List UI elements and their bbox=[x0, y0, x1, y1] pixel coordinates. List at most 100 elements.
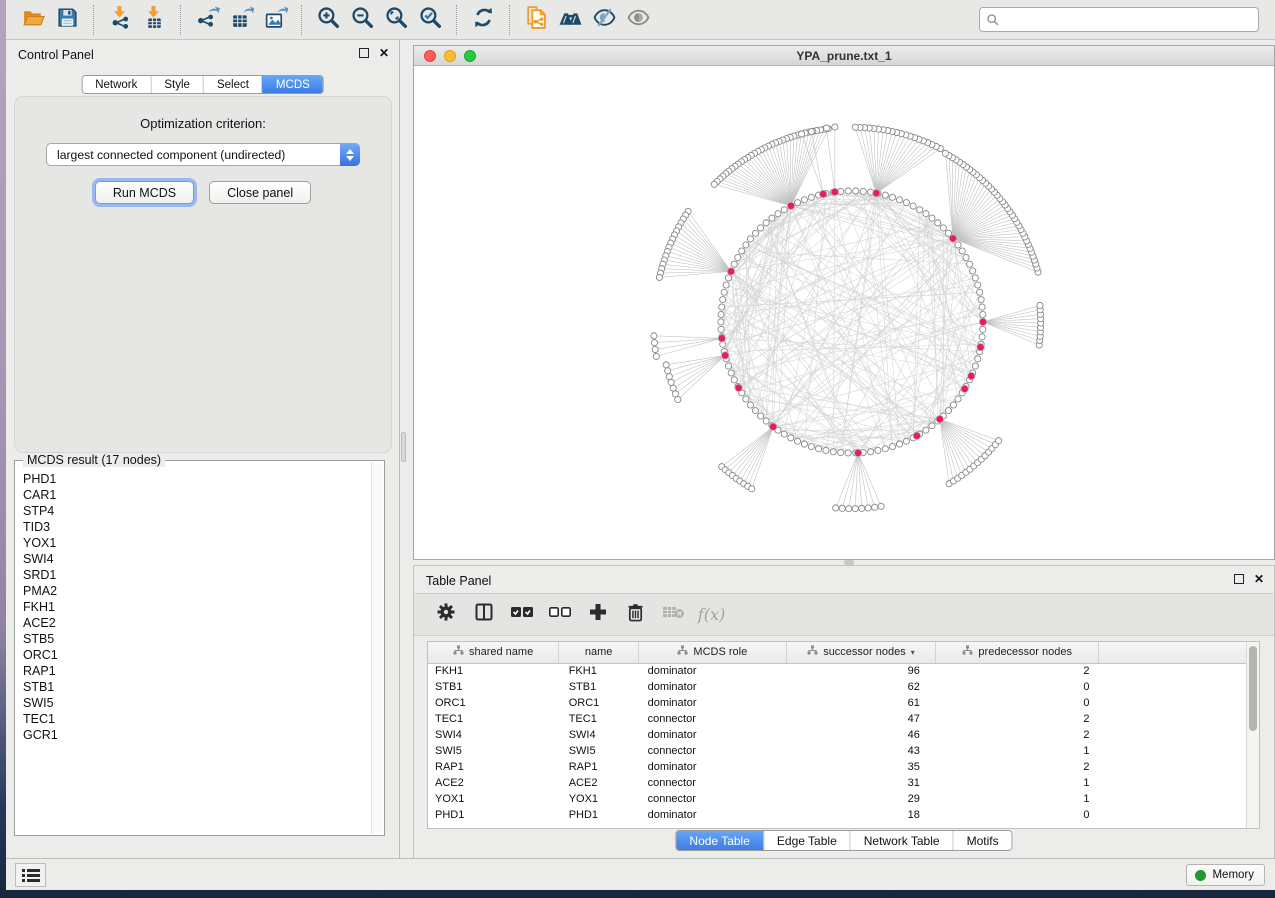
column-header-predecessor-nodes[interactable]: predecessor nodes bbox=[936, 642, 1099, 663]
table-row[interactable]: FKH1FKH1dominator962 bbox=[428, 663, 1259, 679]
close-panel-button[interactable]: Close panel bbox=[209, 181, 311, 204]
import-table-button[interactable] bbox=[137, 4, 171, 36]
zoom-out-button[interactable] bbox=[345, 4, 379, 36]
memory-button[interactable]: Memory bbox=[1186, 864, 1265, 886]
mcds-result-item[interactable]: TID3 bbox=[23, 519, 370, 535]
cell-name[interactable]: ORC1 bbox=[559, 695, 639, 711]
toggle-graphics-details-button[interactable] bbox=[587, 4, 621, 36]
tab-network[interactable]: Network bbox=[82, 76, 150, 93]
column-header-MCDS-role[interactable]: MCDS role bbox=[639, 642, 786, 663]
cell-successor-nodes[interactable]: 61 bbox=[786, 695, 936, 711]
cell-shared-name[interactable]: PHD1 bbox=[428, 807, 559, 823]
mcds-result-item[interactable]: SWI4 bbox=[23, 551, 370, 567]
network-canvas[interactable] bbox=[414, 66, 1274, 559]
table-row[interactable]: TEC1TEC1connector472 bbox=[428, 711, 1259, 727]
cell-shared-name[interactable]: SWI5 bbox=[428, 743, 559, 759]
column-header-successor-nodes[interactable]: successor nodes▾ bbox=[786, 642, 936, 663]
cell-shared-name[interactable]: RAP1 bbox=[428, 759, 559, 775]
cell-name[interactable]: SWI5 bbox=[559, 743, 639, 759]
tab-select[interactable]: Select bbox=[203, 76, 262, 93]
table-row[interactable]: STB1STB1dominator620 bbox=[428, 679, 1259, 695]
function-builder-button[interactable]: f(x) bbox=[697, 600, 726, 630]
cell-mcds-role[interactable]: dominator bbox=[639, 663, 786, 679]
zoom-selected-button[interactable] bbox=[413, 4, 447, 36]
cell-shared-name[interactable]: YOX1 bbox=[428, 791, 559, 807]
cell-shared-name[interactable]: FKH1 bbox=[428, 663, 559, 679]
mcds-result-item[interactable]: RAP1 bbox=[23, 663, 370, 679]
mcds-result-item[interactable]: PHD1 bbox=[23, 471, 370, 487]
tab-mcds[interactable]: MCDS bbox=[262, 76, 323, 93]
mcds-result-item[interactable]: FKH1 bbox=[23, 599, 370, 615]
network-from-selection-button[interactable] bbox=[519, 4, 553, 36]
table-row[interactable]: ORC1ORC1dominator610 bbox=[428, 695, 1259, 711]
close-window-icon[interactable] bbox=[424, 50, 436, 62]
cell-mcds-role[interactable]: dominator bbox=[639, 727, 786, 743]
tab-motifs[interactable]: Motifs bbox=[953, 831, 1012, 850]
cell-predecessor-nodes[interactable]: 1 bbox=[936, 775, 1099, 791]
float-panel-icon[interactable] bbox=[359, 48, 369, 58]
column-header-shared-name[interactable]: shared name bbox=[428, 642, 559, 663]
mcds-result-item[interactable]: GCR1 bbox=[23, 727, 370, 743]
criterion-dropdown[interactable]: largest connected component (undirected) bbox=[46, 143, 360, 166]
tab-style[interactable]: Style bbox=[150, 76, 203, 93]
cell-successor-nodes[interactable]: 31 bbox=[786, 775, 936, 791]
table-row[interactable]: YOX1YOX1connector291 bbox=[428, 791, 1259, 807]
import-network-button[interactable] bbox=[103, 4, 137, 36]
mcds-result-item[interactable]: STB1 bbox=[23, 679, 370, 695]
cell-shared-name[interactable]: SWI4 bbox=[428, 727, 559, 743]
maximize-window-icon[interactable] bbox=[464, 50, 476, 62]
close-panel-icon[interactable]: ✕ bbox=[1254, 574, 1264, 584]
float-panel-icon[interactable] bbox=[1234, 574, 1244, 584]
run-mcds-button[interactable]: Run MCDS bbox=[95, 181, 194, 204]
table-row[interactable]: ACE2ACE2connector311 bbox=[428, 775, 1259, 791]
table-row[interactable]: PHD1PHD1dominator180 bbox=[428, 807, 1259, 823]
cell-successor-nodes[interactable]: 43 bbox=[786, 743, 936, 759]
mcds-result-item[interactable]: PMA2 bbox=[23, 583, 370, 599]
cell-shared-name[interactable]: STB1 bbox=[428, 679, 559, 695]
cell-name[interactable]: YOX1 bbox=[559, 791, 639, 807]
cell-predecessor-nodes[interactable]: 0 bbox=[936, 679, 1099, 695]
cell-name[interactable]: FKH1 bbox=[559, 663, 639, 679]
delete-column-button[interactable] bbox=[621, 600, 650, 630]
birds-eye-view-button[interactable] bbox=[621, 4, 655, 36]
mcds-result-item[interactable]: SRD1 bbox=[23, 567, 370, 583]
table-row[interactable]: SWI5SWI5connector431 bbox=[428, 743, 1259, 759]
mcds-result-item[interactable]: YOX1 bbox=[23, 535, 370, 551]
cell-successor-nodes[interactable]: 96 bbox=[786, 663, 936, 679]
mcds-result-item[interactable]: ACE2 bbox=[23, 615, 370, 631]
table-row[interactable]: SWI4SWI4dominator462 bbox=[428, 727, 1259, 743]
export-table-button[interactable] bbox=[224, 4, 258, 36]
cell-successor-nodes[interactable]: 62 bbox=[786, 679, 936, 695]
cell-successor-nodes[interactable]: 29 bbox=[786, 791, 936, 807]
cell-successor-nodes[interactable]: 35 bbox=[786, 759, 936, 775]
task-history-button[interactable] bbox=[15, 863, 46, 887]
cell-mcds-role[interactable]: connector bbox=[639, 791, 786, 807]
table-options-button[interactable] bbox=[431, 600, 460, 630]
cell-predecessor-nodes[interactable]: 0 bbox=[936, 807, 1099, 823]
cell-name[interactable]: RAP1 bbox=[559, 759, 639, 775]
mcds-result-item[interactable]: STP4 bbox=[23, 503, 370, 519]
cell-predecessor-nodes[interactable]: 2 bbox=[936, 663, 1099, 679]
tab-node-table[interactable]: Node Table bbox=[676, 831, 763, 850]
cell-predecessor-nodes[interactable]: 2 bbox=[936, 711, 1099, 727]
mcds-result-item[interactable]: SWI5 bbox=[23, 695, 370, 711]
tab-network-table[interactable]: Network Table bbox=[850, 831, 953, 850]
table-scrollbar-thumb[interactable] bbox=[1249, 646, 1257, 731]
cell-predecessor-nodes[interactable]: 1 bbox=[936, 791, 1099, 807]
zoom-in-button[interactable] bbox=[311, 4, 345, 36]
select-all-button[interactable] bbox=[507, 600, 536, 630]
tab-edge-table[interactable]: Edge Table bbox=[763, 831, 850, 850]
cell-predecessor-nodes[interactable]: 1 bbox=[936, 743, 1099, 759]
cell-successor-nodes[interactable]: 47 bbox=[786, 711, 936, 727]
export-network-button[interactable] bbox=[190, 4, 224, 36]
table-row[interactable]: RAP1RAP1dominator352 bbox=[428, 759, 1259, 775]
cell-mcds-role[interactable]: connector bbox=[639, 743, 786, 759]
minimize-window-icon[interactable] bbox=[444, 50, 456, 62]
network-window-titlebar[interactable]: YPA_prune.txt_1 bbox=[414, 46, 1274, 66]
cell-name[interactable]: PHD1 bbox=[559, 807, 639, 823]
find-button[interactable] bbox=[553, 4, 587, 36]
result-list-scrollbar[interactable] bbox=[371, 462, 383, 834]
cell-name[interactable]: STB1 bbox=[559, 679, 639, 695]
cell-predecessor-nodes[interactable]: 2 bbox=[936, 759, 1099, 775]
cell-name[interactable]: TEC1 bbox=[559, 711, 639, 727]
